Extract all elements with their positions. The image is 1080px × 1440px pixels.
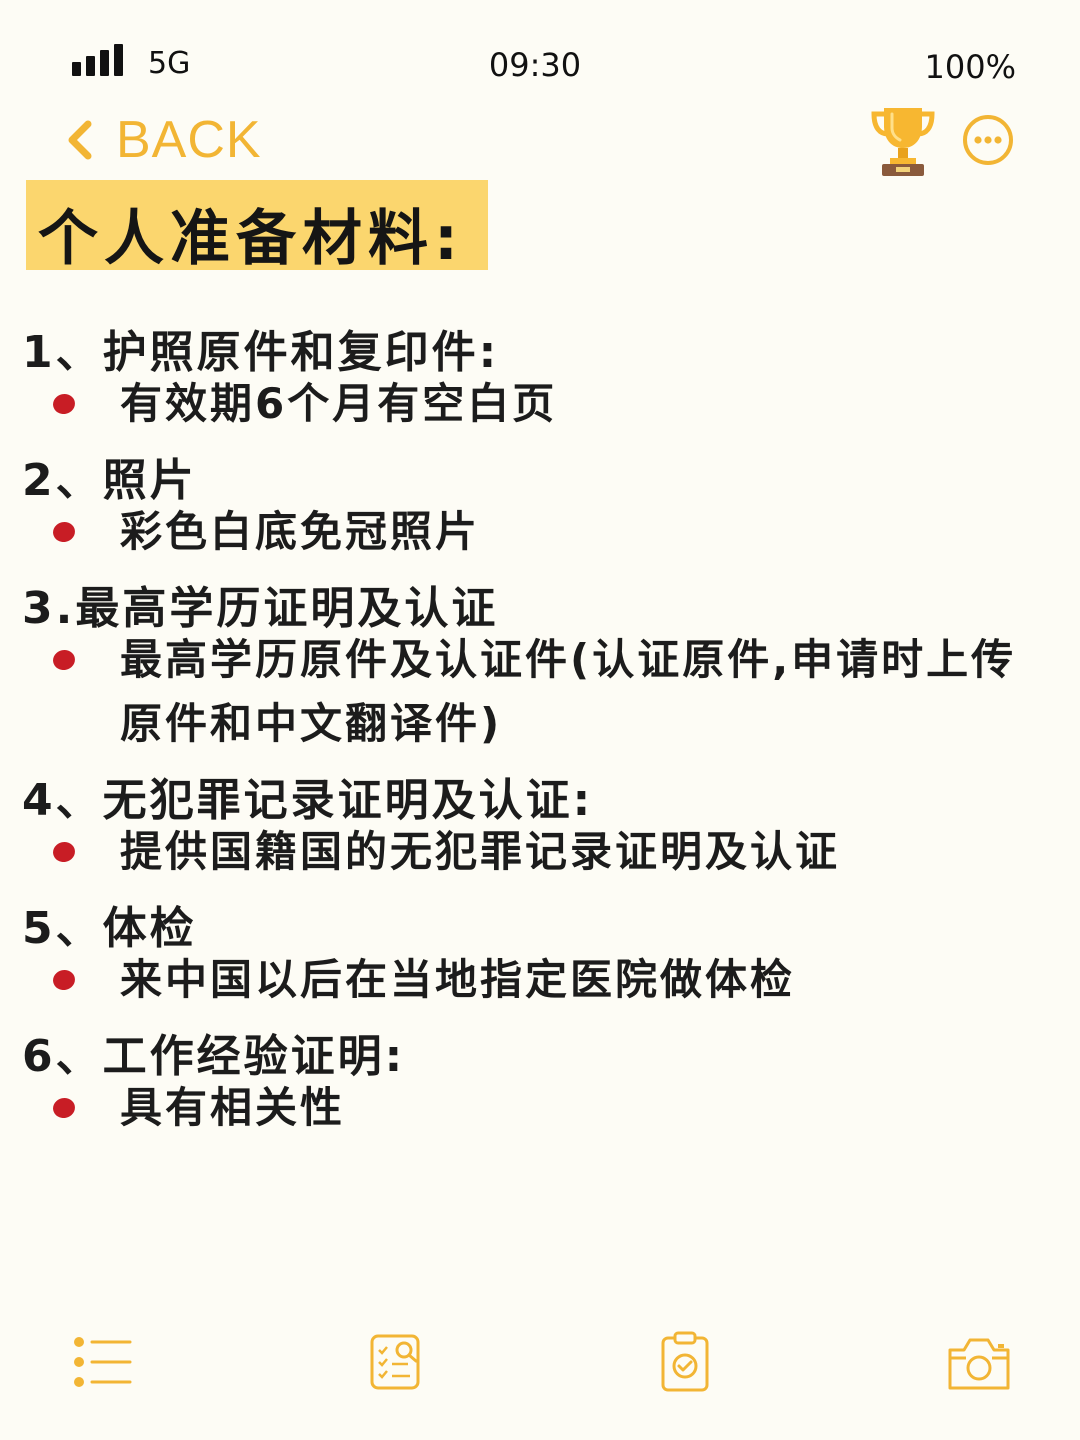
battery-level: 100% [924,48,1016,86]
section-heading: 4、无犯罪记录证明及认证: [22,775,594,826]
list-item: 最高学历原件及认证件(认证原件,申请时上传原件和中文翻译件) [120,635,1017,748]
page-title: 个人准备材料: [38,204,464,274]
camera-icon[interactable] [946,1330,1012,1394]
back-label: BACK [116,111,262,169]
trophy-icon[interactable] [870,104,936,178]
list-item: 彩色白底免冠照片 [120,507,481,556]
bullet-dot [51,1095,77,1121]
list-item: 具有相关性 [120,1083,346,1132]
section-heading: 2、照片 [22,455,197,506]
checklist-search-icon[interactable] [368,1330,424,1394]
list-icon[interactable] [70,1330,134,1394]
bullet-dot [51,647,77,673]
bullet-dot [51,519,77,545]
section-heading: 5、体检 [22,903,197,954]
section-heading: 3.最高学历证明及认证 [22,583,499,634]
list-item: 提供国籍国的无犯罪记录证明及认证 [120,827,841,876]
bullet-dot [51,967,77,993]
section-heading: 6、工作经验证明: [22,1031,406,1082]
status-time: 09:30 [488,46,582,84]
status-bar: 5G 09:30 100% [0,40,1080,90]
section-heading: 1、护照原件和复印件: [22,327,500,378]
list-item: 来中国以后在当地指定医院做体检 [120,955,796,1004]
clipboard-check-icon[interactable] [660,1330,710,1394]
more-dots-icon[interactable] [962,114,1014,166]
list-item: 有效期6个月有空白页 [120,379,558,428]
bullet-dot [51,839,77,865]
back-chevron-icon [68,120,92,160]
bullet-dot [51,391,77,417]
back-button[interactable]: BACK [62,108,262,172]
bottom-toolbar [0,1330,1080,1400]
